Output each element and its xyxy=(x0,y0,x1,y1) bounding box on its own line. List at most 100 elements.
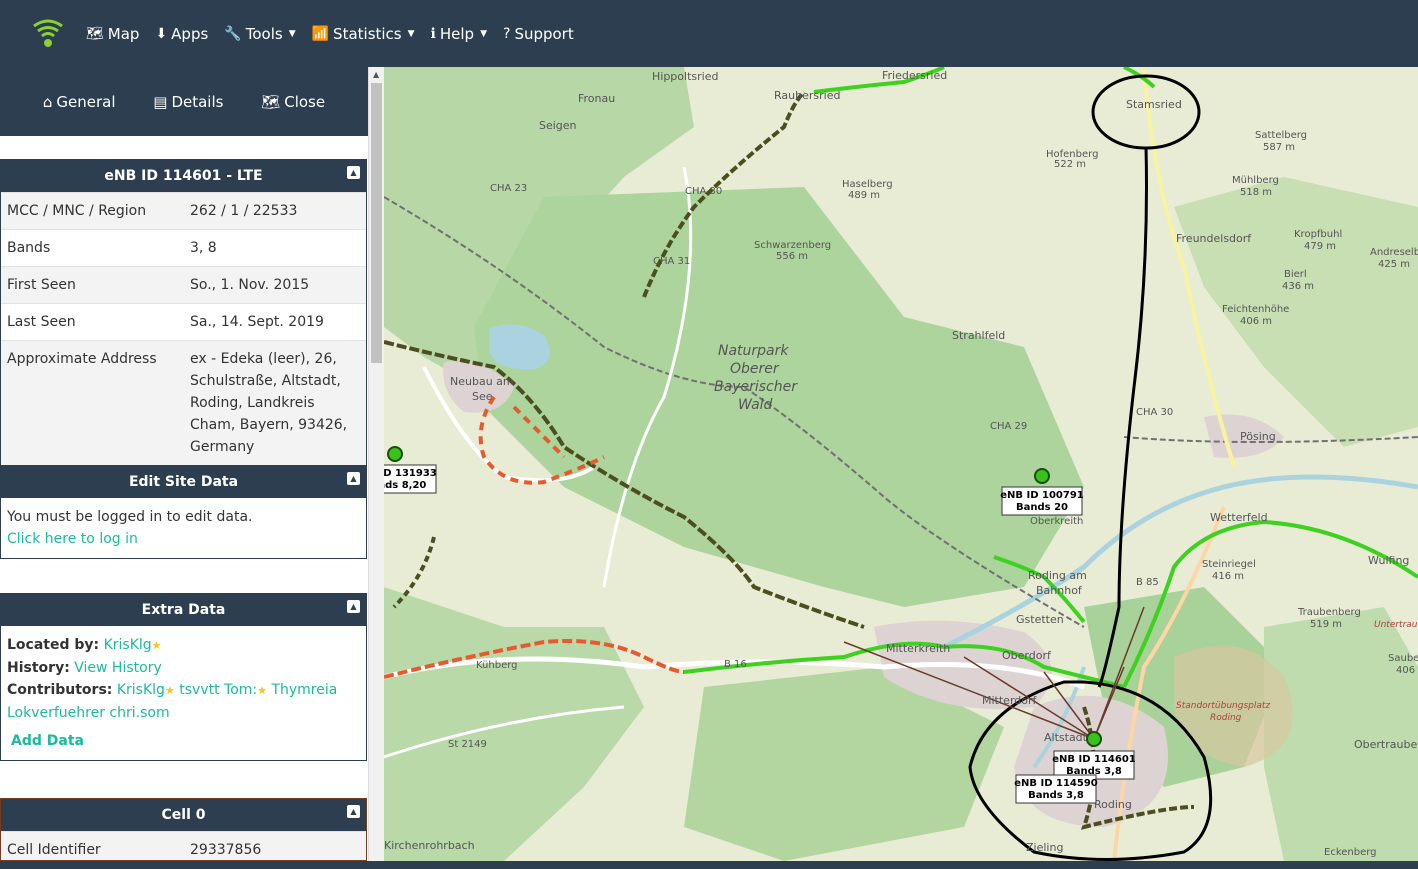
nav-apps[interactable]: ⬇ Apps xyxy=(155,25,208,43)
caret-down-icon: ▼ xyxy=(407,28,415,39)
place-label: 479 m xyxy=(1304,241,1336,252)
place-label: Freundelsdorf xyxy=(1176,232,1252,245)
table-row: MCC / MNC / Region 262 / 1 / 22533 xyxy=(1,192,366,230)
place-label: Eckenberg xyxy=(1324,847,1377,858)
site-info-panel: eNB ID 114601 - LTE ▲ MCC / MNC / Region… xyxy=(0,159,367,466)
place-label: Raubersried xyxy=(774,89,840,102)
place-label: Seigen xyxy=(539,119,577,132)
tab-details[interactable]: ▤ Details xyxy=(153,93,223,111)
svg-text:eNB ID 131933: eNB ID 131933 xyxy=(384,468,437,479)
table-row: Last Seen Sa., 14. Sept. 2019 xyxy=(1,303,366,341)
svg-text:eNB ID 114590: eNB ID 114590 xyxy=(1014,778,1098,789)
place-label: Zieling xyxy=(1026,841,1063,854)
site-marker-131933[interactable]: eNB ID 131933 Bands 8,20 xyxy=(384,446,437,494)
sidebar-scrollbar[interactable]: ▲ xyxy=(368,67,384,861)
place-label: 519 m xyxy=(1310,619,1342,630)
svg-text:Bands 8,20: Bands 8,20 xyxy=(384,480,426,491)
place-label: Roding xyxy=(1210,713,1242,723)
star-icon: ★ xyxy=(151,639,162,652)
place-label: 518 m xyxy=(1240,187,1272,198)
table-row: Cell Identifier 29337856 xyxy=(1,831,366,860)
contributor-link[interactable]: tsvvtt Tom: xyxy=(179,682,257,698)
collapse-icon[interactable]: ▲ xyxy=(347,600,360,613)
contributor-link[interactable]: KrisKlg xyxy=(117,682,165,698)
collapse-icon[interactable]: ▲ xyxy=(347,805,360,818)
road-label: CHA 23 xyxy=(490,183,527,194)
place-label: Kühberg xyxy=(476,660,518,671)
site-marker-114590[interactable]: eNB ID 114590 Bands 3,8 xyxy=(1014,774,1098,804)
road-label: CHA 31 xyxy=(653,256,690,267)
caret-down-icon: ▼ xyxy=(480,28,487,39)
road-label: CHA 29 xyxy=(990,421,1027,432)
place-label: 406 m xyxy=(1240,316,1272,327)
road-label: CHA 30 xyxy=(685,186,722,197)
place-label: Standortübungsplatz xyxy=(1176,701,1270,711)
place-label: 425 m xyxy=(1378,259,1410,270)
site-info-table: MCC / MNC / Region 262 / 1 / 22533 Bands 3… xyxy=(1,192,366,465)
scroll-up-icon[interactable]: ▲ xyxy=(373,70,379,79)
tab-close[interactable]: 🗺 Close xyxy=(261,93,325,111)
panel-header: eNB ID 114601 - LTE ▲ xyxy=(1,160,366,192)
bottom-bar xyxy=(0,861,1418,869)
place-label: See xyxy=(472,390,493,403)
place-label: Friedersried xyxy=(882,69,947,82)
nav-statistics[interactable]: 📶 Statistics ▼ xyxy=(312,25,415,43)
place-label: Wulfing xyxy=(1368,554,1409,567)
coverage-map[interactable]: Hippoltsried Fronau Seigen Raubersried F… xyxy=(384,67,1418,861)
place-label: Schwarzenberg xyxy=(754,240,831,251)
place-label: 436 m xyxy=(1282,281,1314,292)
caret-down-icon: ▼ xyxy=(288,28,296,39)
collapse-icon[interactable]: ▲ xyxy=(347,472,360,485)
tab-general[interactable]: ⌂ General xyxy=(43,93,116,111)
map-canvas[interactable]: Hippoltsried Fronau Seigen Raubersried F… xyxy=(384,67,1418,861)
panel-header: Extra Data ▲ xyxy=(1,594,366,626)
place-label: 522 m xyxy=(1054,159,1086,170)
place-label: 489 m xyxy=(848,190,880,201)
place-label: Roding am xyxy=(1028,569,1087,582)
place-label: Oberer xyxy=(730,361,780,377)
place-label: Haselberg xyxy=(842,179,893,190)
signal-logo-icon[interactable] xyxy=(28,14,68,54)
place-label: Naturpark xyxy=(718,343,789,359)
located-by-link[interactable]: KrisKlg xyxy=(104,637,152,653)
place-label: Obertraubenbach xyxy=(1354,738,1418,751)
info-icon: ℹ xyxy=(430,25,436,42)
place-label: Pösing xyxy=(1240,430,1276,443)
svg-text:eNB ID 114601: eNB ID 114601 xyxy=(1052,754,1136,765)
place-label: Andreselberg xyxy=(1370,247,1418,258)
scroll-thumb[interactable] xyxy=(371,83,382,363)
place-label: Hippoltsried xyxy=(652,70,718,83)
nav-help[interactable]: ℹ Help ▼ xyxy=(431,25,487,43)
cell-panel: Cell 0 ▲ Cell Identifier 29337856 xyxy=(0,798,367,861)
road-label: CHA 30 xyxy=(1136,407,1173,418)
place-label: Oberdorf xyxy=(1002,649,1052,662)
place-label: Mitterkreith xyxy=(886,642,950,655)
collapse-icon[interactable]: ▲ xyxy=(347,166,360,179)
place-label: Altstadt xyxy=(1044,731,1088,744)
nav-tools[interactable]: 🔧 Tools ▼ xyxy=(224,25,295,43)
panel-header: Cell 0 ▲ xyxy=(1,799,366,831)
contributor-link[interactable]: Lokverfuehrer chri.som xyxy=(7,705,170,721)
nav-support[interactable]: ? Support xyxy=(503,25,574,43)
road-label: B 16 xyxy=(724,659,747,670)
table-row: First Seen So., 1. Nov. 2015 xyxy=(1,266,366,304)
place-label: 416 m xyxy=(1212,571,1244,582)
place-label: Kirchenrohrbach xyxy=(384,839,475,852)
place-label: Bierl xyxy=(1284,269,1307,280)
login-link[interactable]: Click here to log in xyxy=(7,531,138,547)
add-data-link[interactable]: Add Data xyxy=(11,733,84,749)
place-label: Wald xyxy=(738,397,773,413)
place-label: Strahlfeld xyxy=(952,329,1005,342)
place-label: Oberkreith xyxy=(1030,516,1083,527)
contributor-link[interactable]: Thymreia xyxy=(271,682,337,698)
place-label: Fronau xyxy=(578,92,615,105)
road-label: B 85 xyxy=(1136,577,1159,588)
view-history-link[interactable]: View History xyxy=(74,660,161,676)
place-label: Mitterdorf xyxy=(982,694,1038,707)
nav-map[interactable]: 🗺 Map xyxy=(86,25,139,43)
place-label: Mühlberg xyxy=(1232,175,1279,186)
cell-info-table: Cell Identifier 29337856 xyxy=(1,831,366,860)
place-label: Wetterfeld xyxy=(1210,511,1268,524)
place-label: Kropfbuhl xyxy=(1294,229,1342,240)
table-row: Approximate Address ex - Edeka (leer), 26… xyxy=(1,340,366,465)
